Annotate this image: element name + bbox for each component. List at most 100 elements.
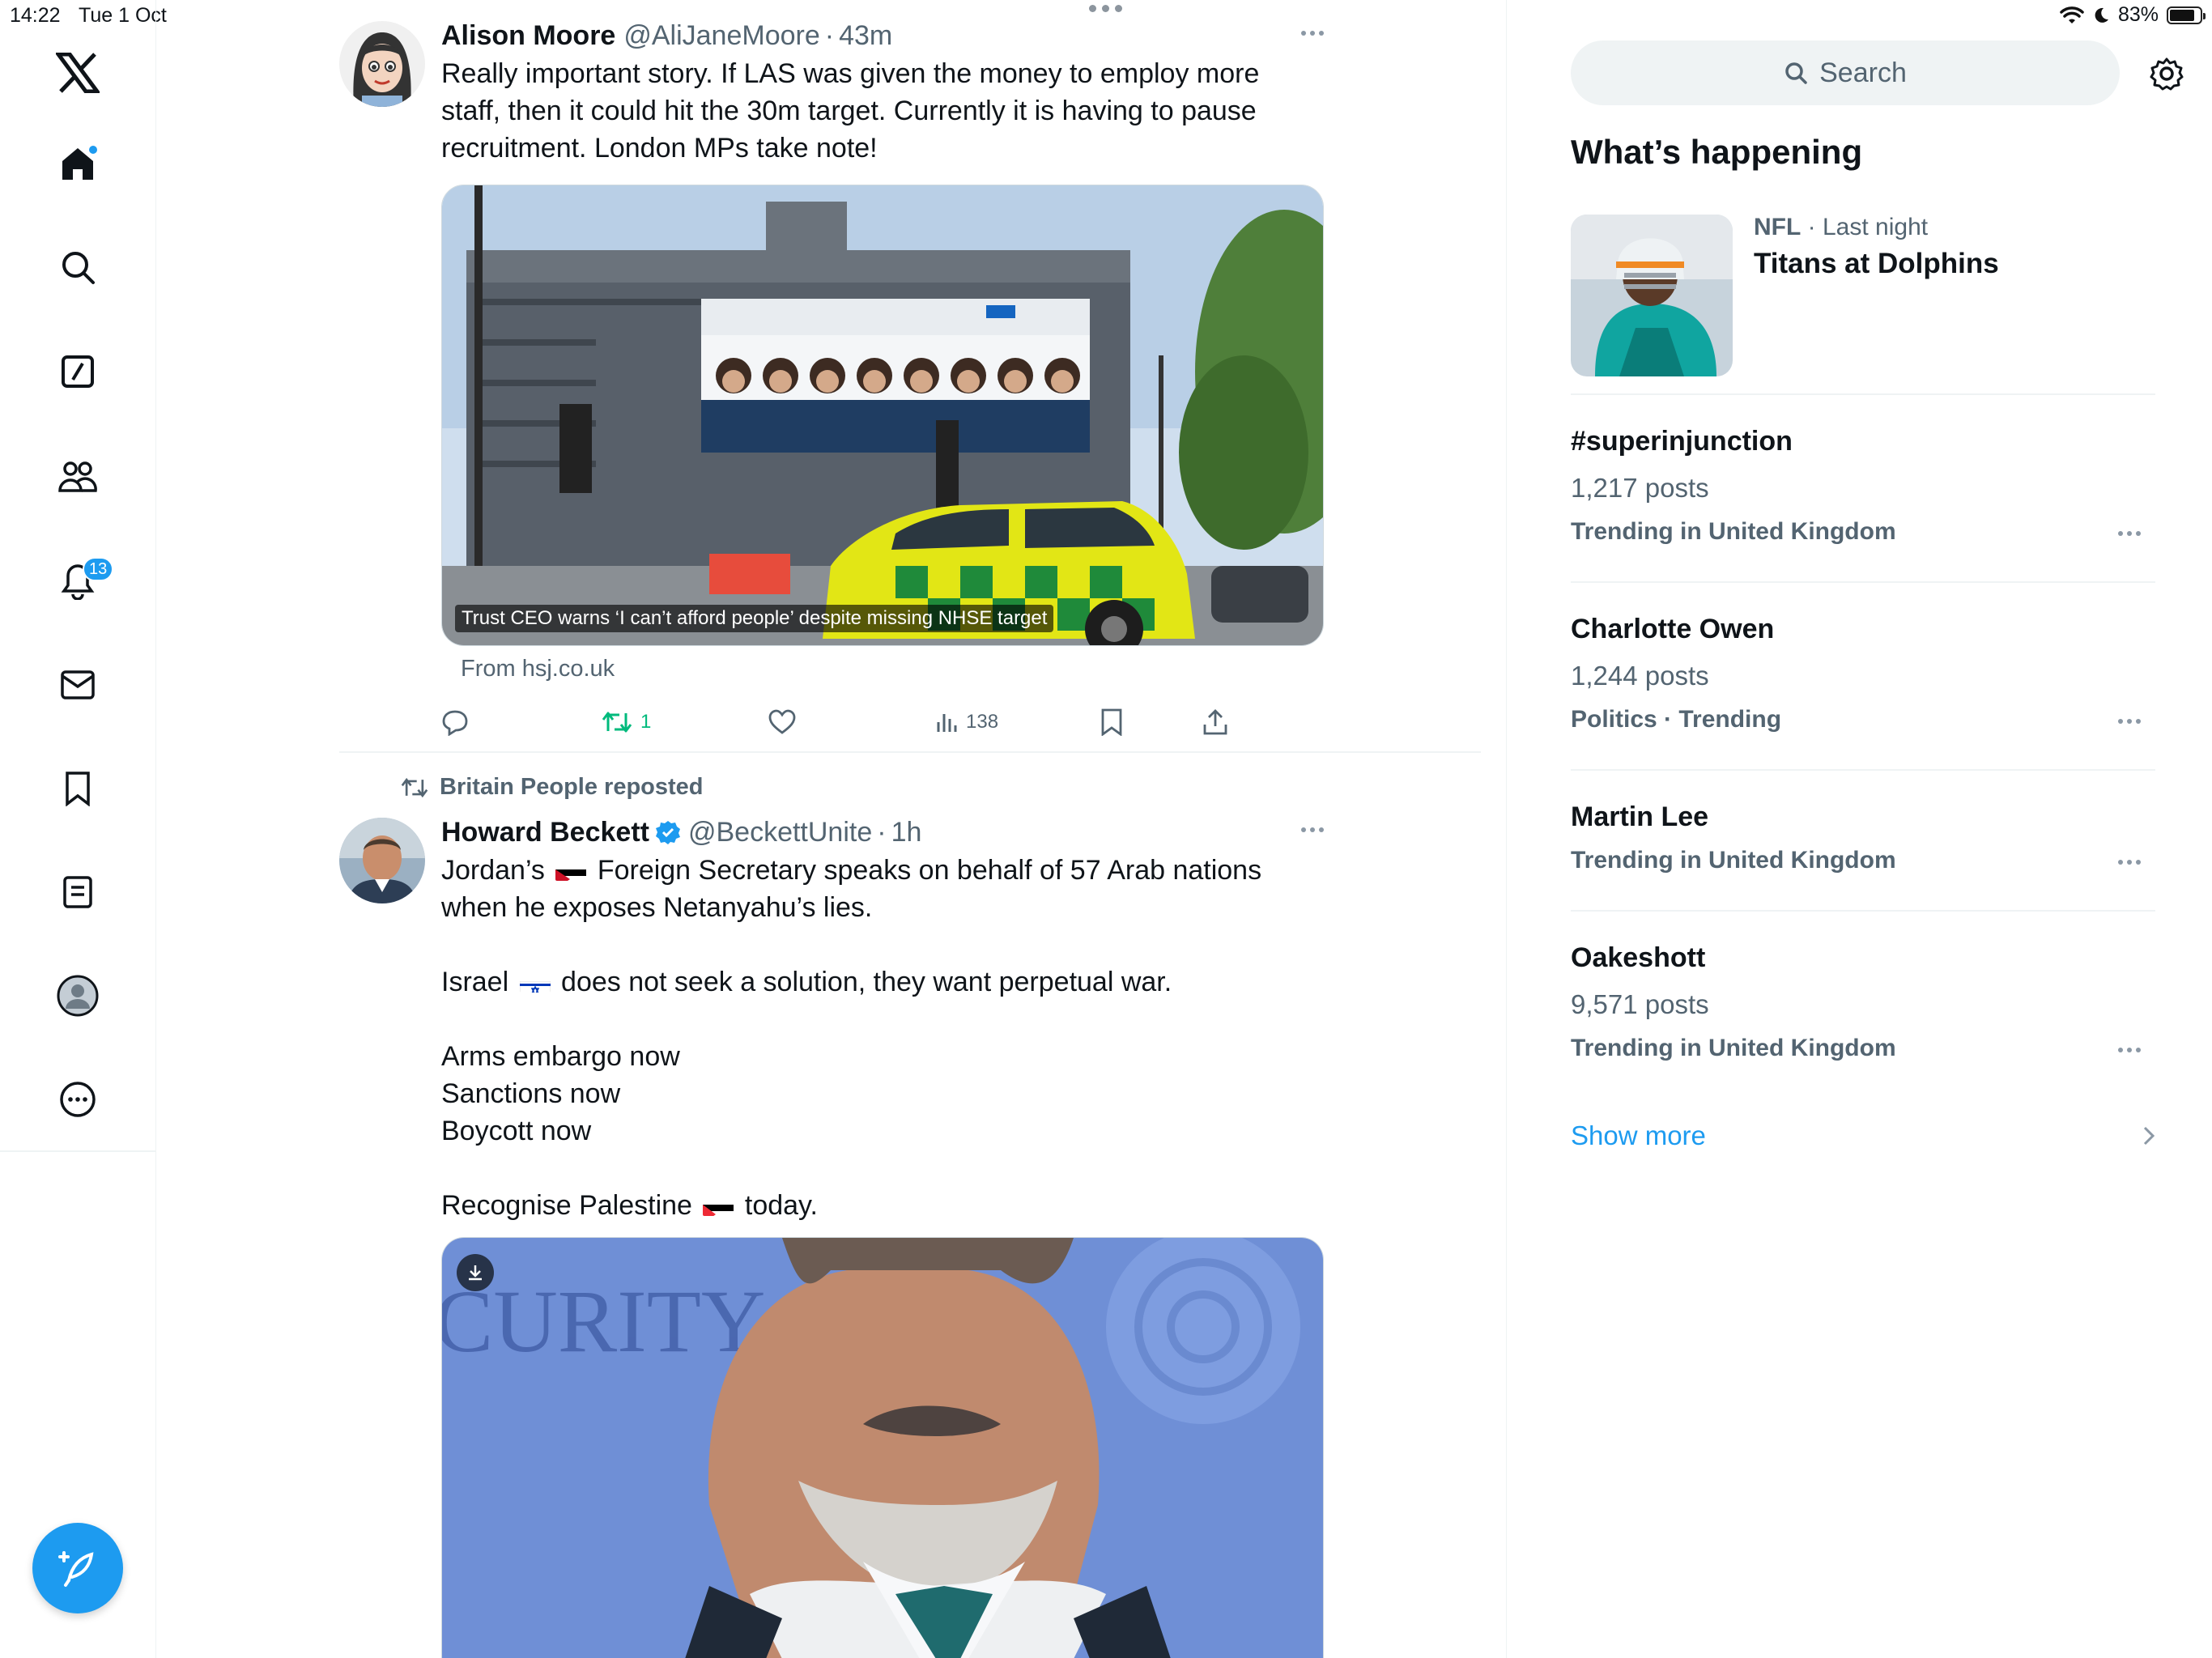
tweet-text: Really important story. If LAS was given… bbox=[441, 58, 1260, 164]
trend-more-icon[interactable] bbox=[2118, 531, 2141, 536]
settings-gear-icon[interactable] bbox=[2150, 57, 2184, 91]
tweet-text: Jordan’s Foreign Secretary speaks on beh… bbox=[441, 852, 1324, 1224]
avatar[interactable] bbox=[339, 21, 425, 107]
retweet-count: 1 bbox=[640, 711, 652, 733]
avatar[interactable] bbox=[339, 818, 425, 903]
trend-item[interactable]: Martin Lee Trending in United Kingdom bbox=[1571, 801, 2155, 881]
trend-post-count: 1,217 posts bbox=[1571, 473, 1709, 503]
profile-avatar-icon[interactable] bbox=[47, 965, 108, 1027]
communities-icon[interactable] bbox=[47, 445, 108, 507]
featured-trend-image[interactable] bbox=[1571, 215, 1733, 376]
repost-indicator[interactable]: Britain People reposted bbox=[401, 774, 704, 801]
tweet-video[interactable]: CURITY bbox=[441, 1237, 1324, 1658]
right-sidebar: Search What’s happening NFL · Last night… bbox=[1571, 0, 2202, 1658]
search-input[interactable]: Search bbox=[1571, 40, 2120, 105]
trend-context: Trending in United Kingdom bbox=[1571, 847, 1896, 874]
search-placeholder: Search bbox=[1819, 57, 1907, 88]
trend-more-icon[interactable] bbox=[2118, 719, 2141, 724]
trend-more-icon[interactable] bbox=[2118, 1048, 2141, 1052]
jordan-flag-icon bbox=[555, 861, 587, 881]
tweet-text-line: Boycott now bbox=[441, 1116, 592, 1146]
tweet-more-icon[interactable] bbox=[1301, 31, 1324, 36]
like-button[interactable] bbox=[768, 700, 796, 744]
tweet-divider bbox=[339, 751, 1481, 753]
notifications-badge: 13 bbox=[83, 557, 114, 581]
link-card-image[interactable]: Trust CEO warns ‘I can’t afford people’ … bbox=[441, 185, 1324, 646]
download-icon bbox=[469, 1265, 482, 1281]
search-icon bbox=[1785, 62, 1807, 84]
author-name[interactable]: Alison Moore bbox=[441, 20, 615, 52]
nav-divider bbox=[0, 1150, 156, 1152]
tweet-text-line: Jordan’s bbox=[441, 855, 545, 886]
compose-feather-icon bbox=[58, 1551, 94, 1587]
trend-title: Martin Lee bbox=[1571, 801, 1709, 832]
retweet-button[interactable]: 1 bbox=[602, 700, 651, 744]
share-button[interactable] bbox=[1202, 700, 1228, 744]
trend-context: Trending in United Kingdom bbox=[1571, 1035, 1896, 1061]
messages-icon[interactable] bbox=[47, 654, 108, 716]
side-nav: 13 bbox=[0, 0, 156, 1658]
show-more-link[interactable]: Show more bbox=[1571, 1120, 2155, 1151]
views-icon bbox=[937, 714, 957, 732]
chevron-right-icon bbox=[2143, 1126, 2155, 1146]
tweet-text-line: Sanctions now bbox=[441, 1078, 621, 1109]
tweet-text-line: Israel bbox=[441, 967, 509, 997]
tweet-text-line: does not seek a solution, they want perp… bbox=[561, 967, 1172, 997]
compose-button[interactable] bbox=[32, 1523, 123, 1613]
verified-badge-icon bbox=[655, 821, 680, 844]
trend-divider bbox=[1571, 769, 2155, 771]
trend-post-count: 1,244 posts bbox=[1571, 661, 1709, 691]
views-button[interactable]: 138 bbox=[935, 700, 998, 744]
tweet-more-icon[interactable] bbox=[1301, 827, 1324, 832]
trend-divider bbox=[1571, 393, 2155, 395]
bookmark-button[interactable] bbox=[1100, 700, 1123, 744]
israel-flag-icon bbox=[519, 973, 551, 993]
x-logo-icon[interactable] bbox=[47, 42, 108, 104]
lists-icon[interactable] bbox=[47, 861, 108, 923]
author-name[interactable]: Howard Beckett bbox=[441, 817, 649, 848]
tweet-time[interactable]: 1h bbox=[891, 817, 922, 848]
link-card-source[interactable]: From hsj.co.uk bbox=[461, 656, 1324, 682]
trend-more-icon[interactable] bbox=[2118, 860, 2141, 865]
trend-divider bbox=[1571, 581, 2155, 583]
views-count: 138 bbox=[966, 711, 999, 733]
retweet-icon bbox=[401, 777, 428, 797]
trend-context: Politics · Trending bbox=[1571, 706, 1782, 733]
trend-item[interactable]: Charlotte Owen 1,244 posts Politics · Tr… bbox=[1571, 614, 2155, 740]
featured-trend-category: NFL bbox=[1754, 214, 1802, 240]
home-dot-badge bbox=[87, 144, 99, 155]
search-icon[interactable] bbox=[47, 236, 108, 298]
trend-title: Oakeshott bbox=[1571, 942, 1706, 973]
more-circle-icon[interactable] bbox=[47, 1069, 108, 1130]
author-handle[interactable]: @AliJaneMoore bbox=[623, 20, 819, 52]
trend-item[interactable]: Oakeshott 9,571 posts Trending in United… bbox=[1571, 942, 2155, 1069]
featured-trend-title[interactable]: Titans at Dolphins bbox=[1754, 248, 1999, 280]
palestine-flag-icon bbox=[703, 1197, 734, 1216]
author-handle[interactable]: @BeckettUnite bbox=[688, 817, 872, 848]
tweet-header: Alison Moore @AliJaneMoore · 43m bbox=[441, 19, 893, 52]
download-button[interactable] bbox=[457, 1254, 494, 1291]
timeline[interactable]: Alison Moore @AliJaneMoore · 43m Really … bbox=[156, 0, 1507, 1658]
tweet-text-line: today. bbox=[744, 1190, 818, 1221]
notifications-bell-icon[interactable]: 13 bbox=[47, 551, 114, 612]
share-icon bbox=[1203, 709, 1227, 735]
tweet-text-line: Arms embargo now bbox=[441, 1041, 680, 1072]
bookmark-icon bbox=[1101, 708, 1122, 736]
reply-icon bbox=[442, 710, 468, 736]
grok-icon[interactable] bbox=[47, 341, 108, 402]
tweet-header: Howard Beckett @BeckettUnite · 1h bbox=[441, 816, 922, 848]
tweet-time[interactable]: 43m bbox=[839, 20, 892, 52]
reply-button[interactable] bbox=[441, 700, 469, 744]
trend-post-count: 9,571 posts bbox=[1571, 989, 1709, 1019]
featured-trend-time: Last night bbox=[1823, 214, 1929, 240]
show-more-label: Show more bbox=[1571, 1120, 1706, 1150]
bookmarks-icon[interactable] bbox=[47, 758, 108, 819]
trend-item[interactable]: #superinjunction 1,217 posts Trending in… bbox=[1571, 426, 2155, 552]
trend-divider bbox=[1571, 910, 2155, 912]
link-card-title[interactable]: Trust CEO warns ‘I can’t afford people’ … bbox=[455, 605, 1054, 632]
retweet-icon bbox=[602, 712, 632, 733]
home-icon[interactable] bbox=[47, 133, 108, 194]
heart-icon bbox=[768, 709, 796, 734]
trend-title: #superinjunction bbox=[1571, 426, 1793, 457]
tweet-text-line: Foreign Secretary speaks on behalf of 57… bbox=[597, 855, 1262, 886]
